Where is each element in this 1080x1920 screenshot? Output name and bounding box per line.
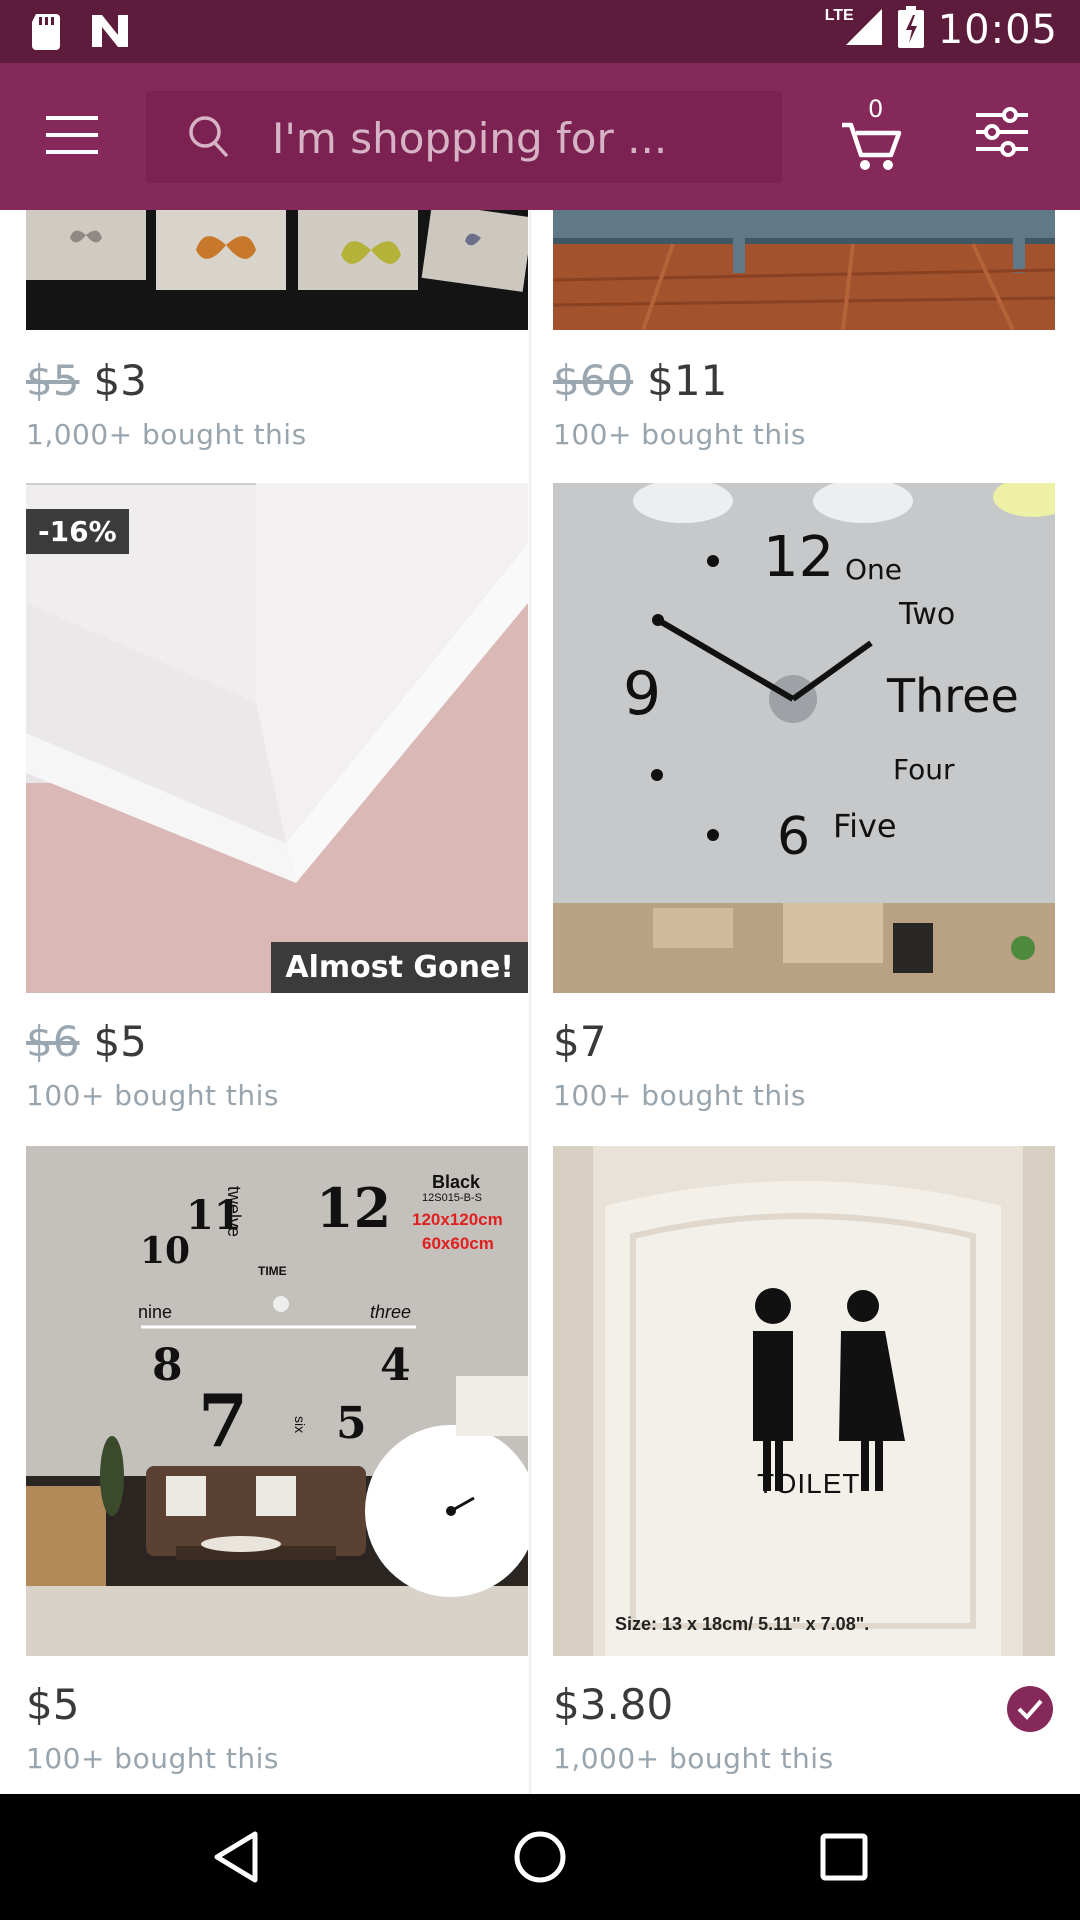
product-card[interactable]: TOILET Size: 13 x 18cm/ 5.11" x 7.08". $…	[553, 1146, 1055, 1794]
n-notification-icon	[90, 13, 130, 54]
verified-check-icon	[1007, 1686, 1053, 1732]
product-grid: $5 $3 1,000+ bought this $60 $11 100+ boug…	[0, 210, 1080, 1794]
cart-button[interactable]: 0	[838, 95, 904, 173]
original-price: $60	[553, 356, 634, 405]
product-image[interactable]	[26, 210, 528, 330]
original-price: $5	[26, 356, 80, 405]
hamburger-icon	[46, 116, 98, 154]
product-card[interactable]: -16% Almost Gone! $6 $5 100+ bought this	[26, 483, 528, 1133]
status-bar: LTE 10:05	[0, 0, 1080, 63]
battery-charging-icon	[897, 6, 924, 53]
sale-price: $7	[553, 1017, 607, 1066]
toilet-sign-label: TOILET	[757, 1468, 861, 1499]
filter-button[interactable]	[976, 107, 1036, 167]
spec-size-small: 60x60cm	[422, 1234, 494, 1253]
bought-count: 100+ bought this	[26, 1079, 279, 1112]
back-triangle-icon	[214, 1831, 258, 1883]
product-image[interactable]: 12 9 6 One Two Three Four Five	[553, 483, 1055, 993]
clock-word-time: TIME	[258, 1264, 287, 1278]
bought-count: 1,000+ bought this	[26, 418, 307, 451]
sale-price: $3.80	[553, 1680, 674, 1729]
product-size-note: Size: 13 x 18cm/ 5.11" x 7.08".	[615, 1614, 870, 1634]
price-row: $7	[553, 1017, 606, 1066]
price-row: $5	[26, 1680, 79, 1729]
clock-word-four: Four	[893, 753, 955, 786]
back-button[interactable]	[206, 1827, 266, 1887]
clock-word-three: three	[370, 1302, 412, 1322]
clock-number-4: 4	[380, 1340, 411, 1391]
cart-count: 0	[868, 95, 884, 123]
system-nav-bar	[0, 1794, 1080, 1920]
price-row: $3.80	[553, 1680, 673, 1729]
clock-number-10: 10	[140, 1230, 191, 1272]
product-card[interactable]: 12 9 6 One Two Three Four Five $7 100+ b…	[553, 483, 1055, 1133]
product-image[interactable]: Black 12S015-B-S 120x120cm 60x60cm 11 tw…	[26, 1146, 528, 1656]
price-row: $60 $11	[553, 356, 727, 405]
search-input[interactable]: I'm shopping for ...	[272, 91, 667, 183]
app-toolbar: I'm shopping for ... 0	[0, 63, 1080, 210]
price-row: $5 $3	[26, 356, 147, 405]
almost-gone-badge: Almost Gone!	[271, 942, 528, 993]
bought-count: 100+ bought this	[553, 1079, 806, 1112]
bought-count: 100+ bought this	[553, 418, 806, 451]
column-divider	[529, 210, 531, 1794]
clock-word-five: Five	[833, 807, 897, 845]
spec-model: 12S015-B-S	[422, 1192, 482, 1204]
clock-number-12: 12	[316, 1176, 392, 1240]
clock-number-6: 6	[777, 807, 811, 867]
home-button[interactable]	[510, 1827, 570, 1887]
clock-word-one: One	[845, 553, 903, 586]
sd-card-icon	[30, 12, 62, 55]
recents-square-icon	[820, 1833, 868, 1881]
sale-price: $3	[93, 356, 147, 405]
recents-button[interactable]	[814, 1827, 874, 1887]
clock-word-three: Three	[887, 669, 1019, 723]
search-icon	[188, 115, 230, 164]
sale-price: $5	[93, 1017, 147, 1066]
clock-number-7: 7	[198, 1378, 249, 1463]
clock-number-12: 12	[763, 525, 835, 590]
home-circle-icon	[514, 1831, 566, 1883]
product-card[interactable]: $60 $11 100+ bought this	[553, 210, 1055, 451]
search-bar[interactable]: I'm shopping for ...	[146, 91, 782, 183]
clock-number-8: 8	[152, 1340, 183, 1391]
price-row: $6 $5	[26, 1017, 147, 1066]
clock: 10:05	[937, 6, 1058, 53]
clock-number-5: 5	[336, 1398, 367, 1449]
network-type: LTE	[824, 6, 854, 24]
product-image[interactable]: TOILET Size: 13 x 18cm/ 5.11" x 7.08".	[553, 1146, 1055, 1656]
clock-number-9: 9	[623, 659, 662, 729]
bought-count: 100+ bought this	[26, 1742, 279, 1775]
filter-sliders-icon	[976, 107, 1028, 157]
sale-price: $5	[26, 1680, 80, 1729]
bought-count: 1,000+ bought this	[553, 1742, 834, 1775]
clock-word-two: Two	[899, 597, 956, 632]
discount-badge: -16%	[26, 509, 129, 554]
original-price: $6	[26, 1017, 80, 1066]
product-card[interactable]: Black 12S015-B-S 120x120cm 60x60cm 11 tw…	[26, 1146, 528, 1794]
clock-word-twelve: twelve	[224, 1186, 244, 1238]
clock-word-six: six	[292, 1416, 308, 1434]
spec-size-large: 120x120cm	[412, 1210, 503, 1229]
menu-button[interactable]	[40, 103, 104, 167]
product-card[interactable]: $5 $3 1,000+ bought this	[26, 210, 528, 451]
product-image[interactable]: -16% Almost Gone!	[26, 483, 528, 993]
product-image[interactable]	[553, 210, 1055, 330]
sale-price: $11	[647, 356, 728, 405]
spec-color: Black	[432, 1172, 481, 1192]
clock-word-nine: nine	[138, 1302, 173, 1322]
